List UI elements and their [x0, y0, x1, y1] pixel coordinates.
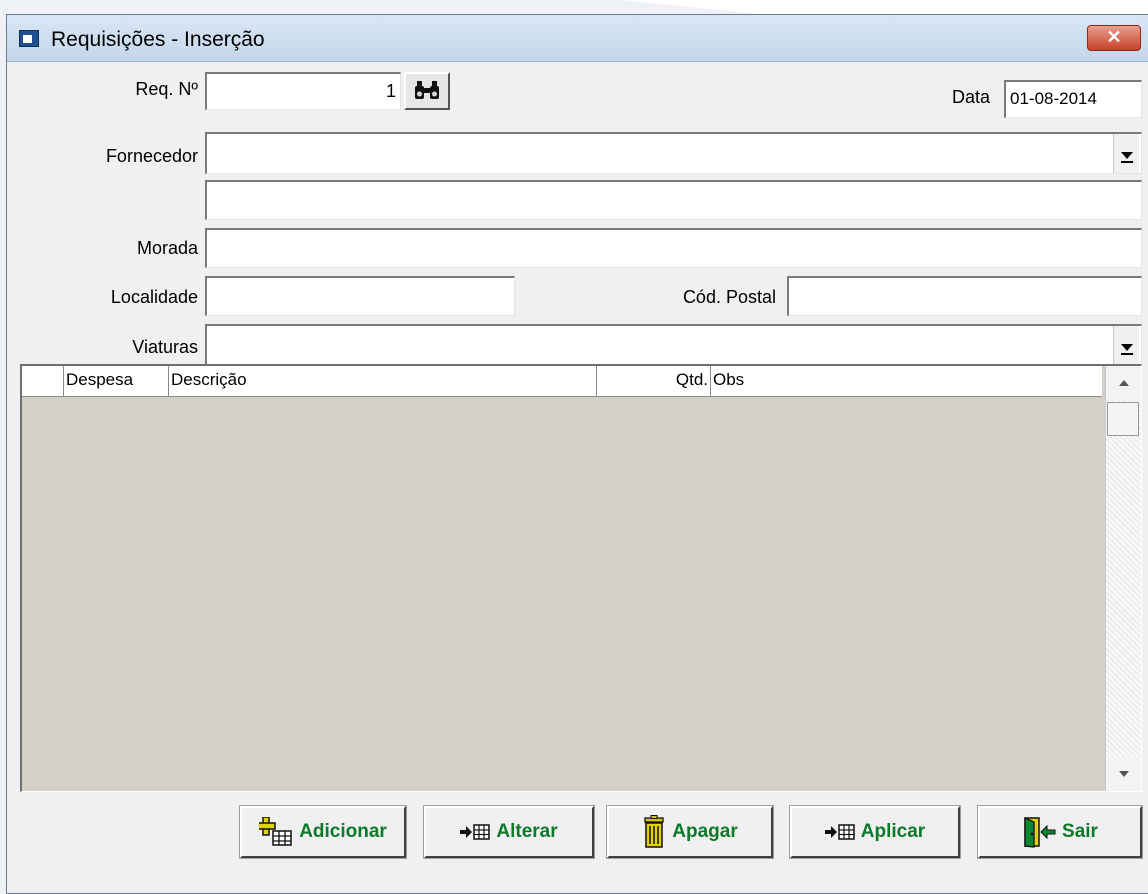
- column-header-obs[interactable]: Obs: [711, 366, 1102, 396]
- arrow-up-icon: [1118, 380, 1129, 386]
- grid-vertical-scrollbar[interactable]: [1105, 366, 1141, 791]
- chevron-down-icon: [1120, 344, 1133, 355]
- localidade-input[interactable]: [205, 276, 515, 316]
- arrow-table-icon: [460, 824, 491, 840]
- cod-postal-input[interactable]: [787, 276, 1142, 316]
- fornecedor-name-input[interactable]: [205, 180, 1142, 220]
- arrow-table-icon: [824, 824, 855, 840]
- chevron-down-icon: [1120, 152, 1133, 163]
- exit-button-label: Sair: [1062, 821, 1098, 842]
- apply-button[interactable]: Aplicar: [789, 805, 961, 859]
- viaturas-combo[interactable]: [205, 324, 1142, 366]
- binoculars-icon: [415, 81, 439, 99]
- viaturas-dropdown-arrow[interactable]: [1113, 326, 1139, 365]
- cod-postal-label: Cód. Postal: [682, 287, 776, 307]
- column-header-qtd[interactable]: Qtd.: [597, 366, 711, 396]
- add-record-icon: [259, 817, 292, 846]
- apply-button-label: Aplicar: [860, 821, 926, 842]
- close-icon: ✕: [1106, 27, 1122, 47]
- items-grid[interactable]: Despesa Descrição Qtd. Obs: [20, 364, 1142, 792]
- edit-button[interactable]: Alterar: [423, 805, 595, 859]
- add-button[interactable]: Adicionar: [239, 805, 407, 859]
- title-bar[interactable]: Requisições - Inserção ✕: [7, 15, 1148, 62]
- fornecedor-dropdown-arrow[interactable]: [1113, 134, 1139, 173]
- date-label: Data: [951, 87, 990, 107]
- column-header-descricao[interactable]: Descrição: [169, 366, 597, 396]
- app-icon: [19, 30, 39, 47]
- scroll-down-button[interactable]: [1106, 757, 1141, 791]
- fornecedor-label: Fornecedor: [105, 146, 198, 166]
- arrow-down-icon: [1118, 771, 1129, 777]
- edit-button-label: Alterar: [496, 821, 558, 842]
- fornecedor-combo[interactable]: [205, 132, 1142, 174]
- close-button[interactable]: ✕: [1087, 25, 1141, 51]
- find-button[interactable]: [404, 72, 450, 110]
- window-title: Requisições - Inserção: [51, 28, 265, 51]
- morada-input[interactable]: [205, 228, 1142, 268]
- trash-icon: [644, 815, 664, 848]
- date-input[interactable]: 01-08-2014: [1004, 80, 1142, 118]
- delete-button-label: Apagar: [672, 821, 738, 842]
- localidade-label: Localidade: [110, 287, 198, 307]
- scroll-thumb[interactable]: [1107, 402, 1139, 436]
- scroll-up-button[interactable]: [1106, 366, 1141, 400]
- viaturas-label: Viaturas: [132, 337, 198, 357]
- column-header-despesa[interactable]: Despesa: [64, 366, 169, 396]
- exit-door-icon: [1024, 816, 1056, 848]
- delete-button[interactable]: Apagar: [606, 805, 774, 859]
- req-number-label: Req. Nº: [135, 79, 198, 99]
- exit-button[interactable]: Sair: [977, 805, 1143, 859]
- grid-row-selector-header: [22, 366, 64, 396]
- req-number-input[interactable]: 1: [205, 72, 401, 110]
- add-button-label: Adicionar: [299, 821, 387, 842]
- grid-header: Despesa Descrição Qtd. Obs: [22, 366, 1102, 397]
- morada-label: Morada: [136, 238, 198, 258]
